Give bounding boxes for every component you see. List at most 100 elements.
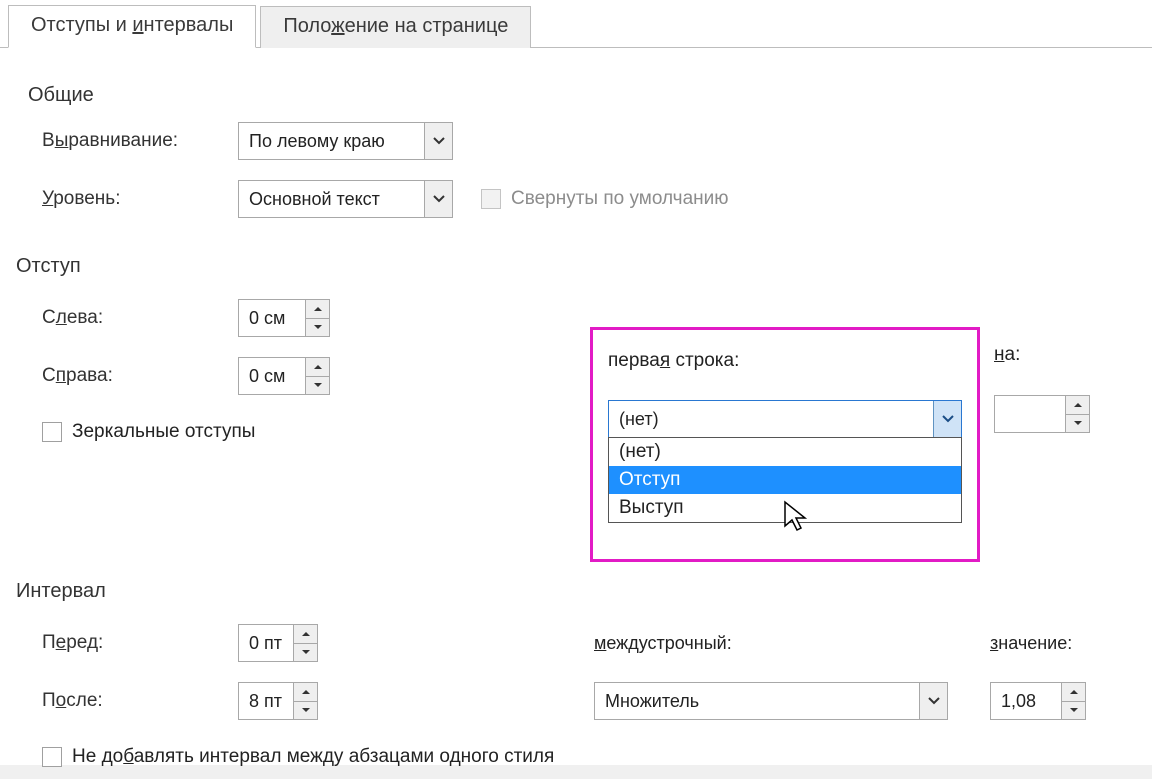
tab-label: Отступы и bbox=[31, 14, 132, 36]
first-line-highlight-box: первая строка: (нет) (нет) Отступ Выступ bbox=[590, 327, 980, 562]
text: Не до bbox=[72, 746, 123, 767]
indent-right-value[interactable]: 0 см bbox=[239, 358, 305, 394]
spacing-before-spinner[interactable]: 0 пт bbox=[238, 624, 318, 662]
text: начение: bbox=[998, 633, 1072, 653]
accesskey: п bbox=[56, 365, 66, 386]
tab-label: ение на странице bbox=[345, 15, 509, 37]
accesskey: б bbox=[123, 746, 133, 767]
spinner-buttons bbox=[1061, 683, 1085, 719]
checkbox-box bbox=[481, 189, 501, 209]
text: ева: bbox=[67, 307, 103, 328]
tab-accesskey: и bbox=[132, 14, 143, 36]
spinner-buttons bbox=[305, 358, 329, 394]
spinner-up-icon[interactable] bbox=[306, 358, 329, 377]
accesskey: е bbox=[56, 632, 67, 653]
first-line-by-label: на: bbox=[994, 344, 1090, 366]
text: ред: bbox=[66, 632, 103, 653]
spinner-down-icon[interactable] bbox=[306, 319, 329, 337]
accesskey: о bbox=[56, 690, 67, 711]
spinner-down-icon[interactable] bbox=[294, 702, 317, 720]
checkbox-box bbox=[42, 422, 62, 442]
line-value-label: значение: bbox=[990, 633, 1072, 654]
row-alignment: Выравнивание: По левому краю bbox=[28, 121, 1124, 161]
indent-right-spinner[interactable]: 0 см bbox=[238, 357, 330, 395]
indent-left-spinner[interactable]: 0 см bbox=[238, 299, 330, 337]
accesskey: л bbox=[56, 307, 67, 328]
first-line-combo[interactable]: (нет) bbox=[608, 400, 962, 438]
tab-label: Поло bbox=[283, 15, 331, 37]
section-spacing-title: Интервал bbox=[16, 574, 1124, 603]
tab-indents-spacing[interactable]: Отступы и интервалы bbox=[8, 5, 256, 48]
spinner-down-icon[interactable] bbox=[1066, 415, 1089, 433]
spacing-before-label: Перед: bbox=[28, 632, 238, 654]
text: П bbox=[42, 632, 56, 653]
line-spacing-label: междустрочный: bbox=[594, 633, 732, 654]
alignment-label: Выравнивание: bbox=[28, 130, 238, 152]
line-spacing-value: Множитель bbox=[595, 691, 919, 712]
first-line-option-hanging[interactable]: Выступ bbox=[609, 494, 961, 522]
spinner-buttons bbox=[293, 625, 317, 661]
tab-accesskey: ж bbox=[331, 15, 344, 37]
first-line-by-spinner[interactable] bbox=[994, 395, 1090, 433]
chevron-down-icon[interactable] bbox=[424, 181, 452, 217]
accesskey: ы bbox=[55, 130, 69, 151]
section-general-title: Общие bbox=[28, 78, 1124, 107]
text: а: bbox=[1005, 344, 1021, 365]
row-spacing-after: После: 8 пт Множитель 1,08 bbox=[28, 681, 1124, 721]
chevron-down-icon[interactable] bbox=[919, 683, 947, 719]
alignment-combo[interactable]: По левому краю bbox=[238, 122, 453, 160]
chevron-down-icon[interactable] bbox=[424, 123, 452, 159]
checkbox-label: Свернуты по умолчанию bbox=[511, 188, 729, 210]
text: сле: bbox=[66, 690, 102, 711]
spinner-up-icon[interactable] bbox=[294, 683, 317, 702]
text: равнивание: bbox=[68, 130, 178, 151]
indent-right-label: Справа: bbox=[28, 365, 238, 387]
paragraph-dialog: Отступы и интервалы Положение на страниц… bbox=[0, 0, 1152, 765]
indent-left-value[interactable]: 0 см bbox=[239, 300, 305, 336]
line-value-spinner[interactable]: 1,08 bbox=[990, 682, 1086, 720]
collapsed-by-default-checkbox: Свернуты по умолчанию bbox=[481, 188, 729, 210]
spinner-up-icon[interactable] bbox=[306, 300, 329, 319]
level-label: Уровень: bbox=[28, 188, 238, 210]
tab-label: нтервалы bbox=[144, 14, 234, 36]
chevron-down-icon[interactable] bbox=[933, 401, 961, 437]
alignment-value: По левому краю bbox=[239, 131, 424, 152]
spinner-buttons bbox=[293, 683, 317, 719]
text: еждустрочный: bbox=[606, 633, 731, 653]
tab-page-position[interactable]: Положение на странице bbox=[260, 6, 531, 48]
line-value-value[interactable]: 1,08 bbox=[991, 683, 1061, 719]
accesskey: У bbox=[42, 188, 53, 209]
row-spacing-before: Перед: 0 пт междустрочный: значение: bbox=[28, 623, 1124, 663]
accesskey: н bbox=[994, 344, 1005, 365]
section-spacing: Интервал Перед: 0 пт междустрочный: знач… bbox=[28, 574, 1124, 779]
first-line-by-block: на: bbox=[994, 344, 1090, 437]
first-line-by-value[interactable] bbox=[995, 396, 1065, 432]
text: ровень: bbox=[53, 188, 120, 209]
checkbox-label: Зеркальные отступы bbox=[72, 421, 255, 443]
row-level: Уровень: Основной текст Свернуты по умол… bbox=[28, 179, 1124, 219]
text: В bbox=[42, 130, 55, 151]
mirror-indents-checkbox[interactable]: Зеркальные отступы bbox=[42, 421, 255, 443]
spinner-up-icon[interactable] bbox=[1066, 396, 1089, 415]
text: С bbox=[42, 365, 56, 386]
spacing-after-spinner[interactable]: 8 пт bbox=[238, 682, 318, 720]
spinner-down-icon[interactable] bbox=[306, 377, 329, 395]
level-combo[interactable]: Основной текст bbox=[238, 180, 453, 218]
spinner-down-icon[interactable] bbox=[294, 644, 317, 662]
spinner-down-icon[interactable] bbox=[1062, 702, 1085, 720]
spacing-after-value[interactable]: 8 пт bbox=[239, 683, 293, 719]
first-line-dropdown-list[interactable]: (нет) Отступ Выступ bbox=[608, 437, 962, 523]
spinner-up-icon[interactable] bbox=[294, 625, 317, 644]
section-indent-title: Отступ bbox=[16, 249, 1124, 278]
spinner-up-icon[interactable] bbox=[1062, 683, 1085, 702]
first-line-option-indent[interactable]: Отступ bbox=[609, 466, 961, 494]
checkbox-box bbox=[42, 747, 62, 767]
line-spacing-combo[interactable]: Множитель bbox=[594, 682, 948, 720]
first-line-label: первая строка: bbox=[608, 350, 962, 372]
indent-left-label: Слева: bbox=[28, 307, 238, 329]
text: С bbox=[42, 307, 56, 328]
text: авлять интервал между абзацами одного ст… bbox=[134, 746, 555, 767]
first-line-option-none[interactable]: (нет) bbox=[609, 438, 961, 466]
spacing-before-value[interactable]: 0 пт bbox=[239, 625, 293, 661]
row-noaddspace: Не добавлять интервал между абзацами одн… bbox=[28, 739, 1124, 779]
